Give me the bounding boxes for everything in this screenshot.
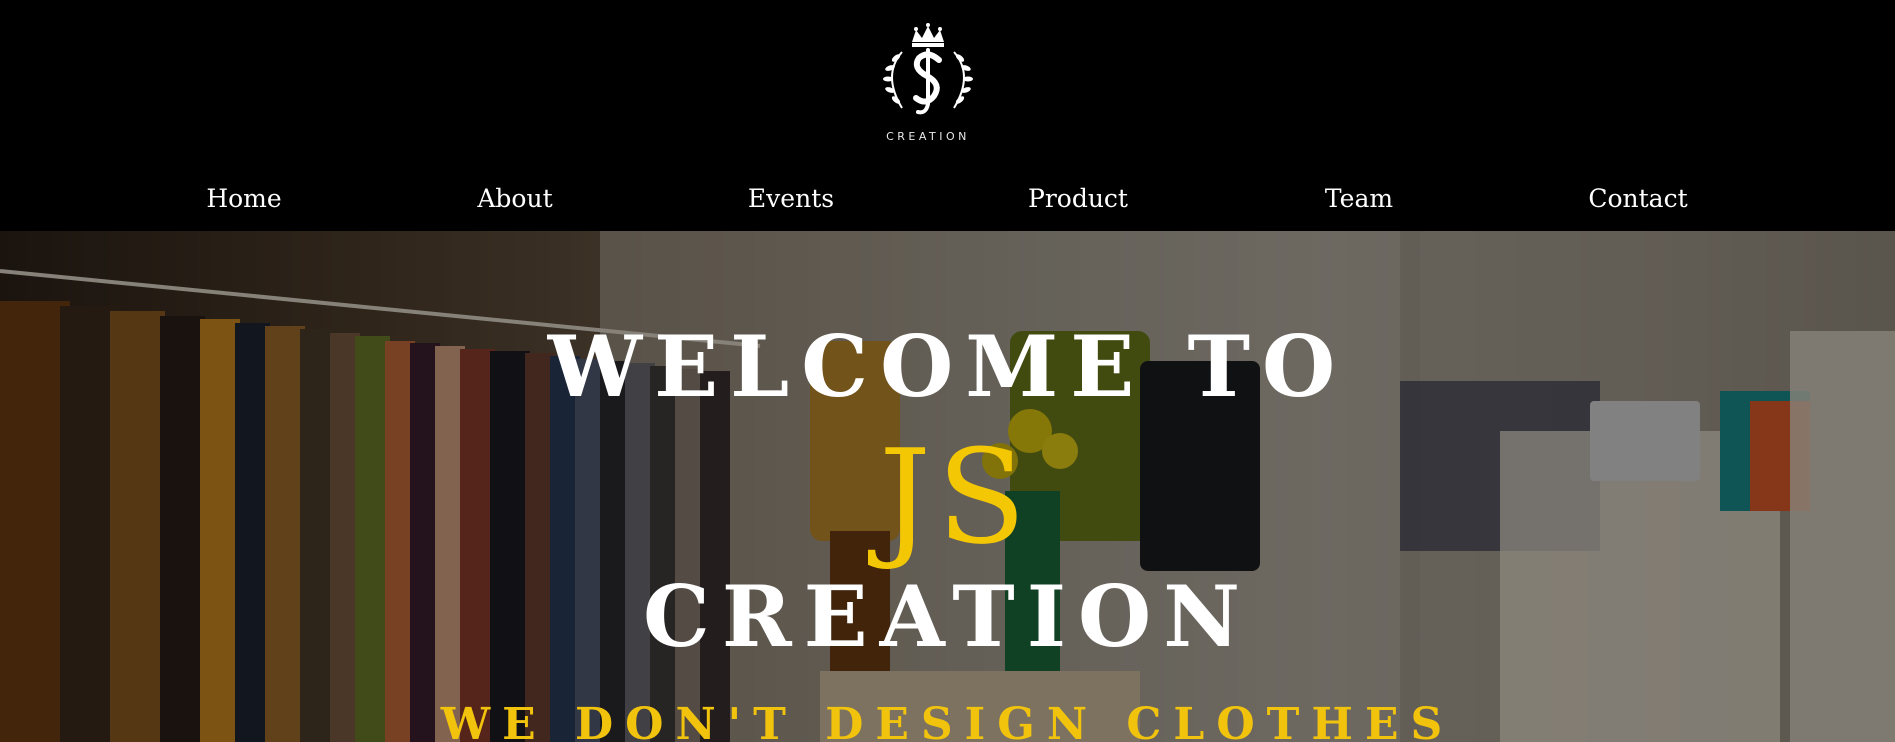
brand-logo[interactable]: CREATION <box>872 20 984 146</box>
nav-home[interactable]: Home <box>206 184 281 213</box>
hero-banner: WELCOME TO JS CREATION WE DON'T DESIGN C… <box>0 231 1895 742</box>
main-navigation: Home About Events Product Team Contact <box>0 184 1895 224</box>
nav-product[interactable]: Product <box>1028 184 1128 213</box>
hero-brand-name: CREATION <box>642 567 1253 666</box>
nav-contact[interactable]: Contact <box>1588 184 1687 213</box>
nav-about[interactable]: About <box>477 184 552 213</box>
site-header: CREATION Home About Events Product Team … <box>0 0 1895 231</box>
nav-team[interactable]: Team <box>1325 184 1393 213</box>
crown-laurel-logo-icon <box>883 23 973 115</box>
hero-welcome-text: WELCOME TO <box>547 317 1348 416</box>
hero-brand-initials: JS <box>878 421 1033 573</box>
nav-events[interactable]: Events <box>748 184 834 213</box>
logo-caption: CREATION <box>886 130 970 143</box>
hero-tagline: WE DON'T DESIGN CLOTHES <box>440 699 1455 742</box>
